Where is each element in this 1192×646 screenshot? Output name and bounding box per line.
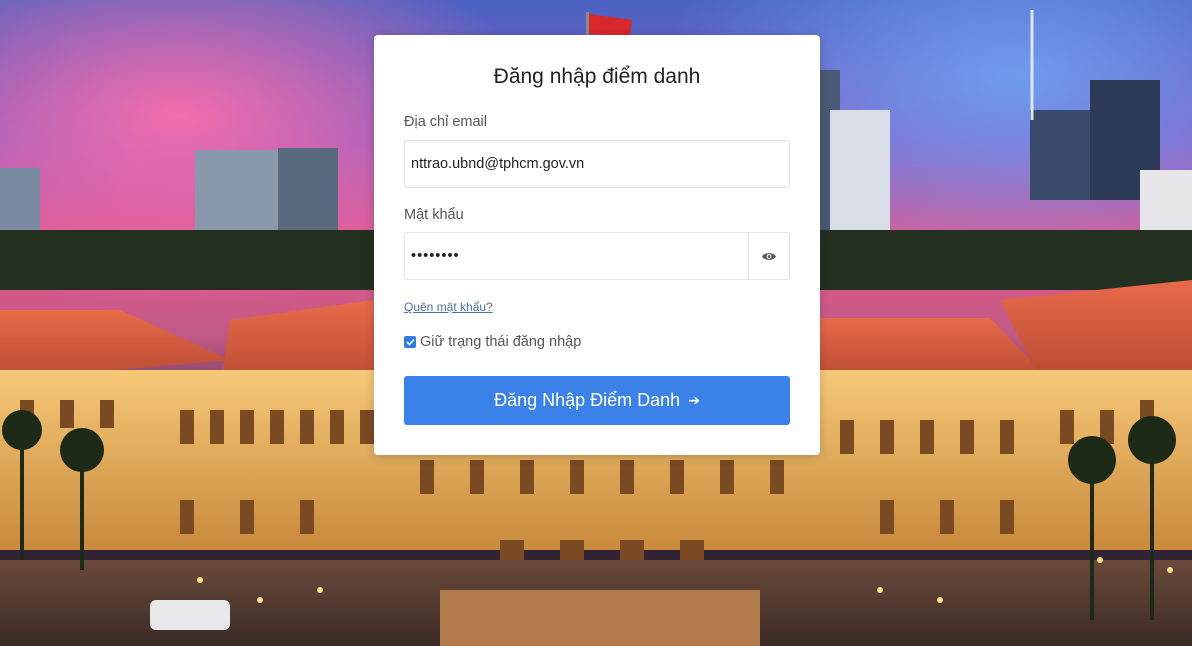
remember-me[interactable]: Giữ trạng thái đăng nhập <box>404 334 581 350</box>
forgot-password-link[interactable]: Quên mật khẩu? <box>404 300 493 314</box>
page-title: Đăng nhập điểm danh <box>493 65 701 88</box>
password-input[interactable] <box>405 233 745 279</box>
submit-label: Đăng Nhập Điểm Danh <box>494 390 681 410</box>
remember-checkbox[interactable] <box>404 336 416 348</box>
password-label: Mật khẩu <box>404 207 464 223</box>
eye-icon <box>762 252 776 260</box>
arrow-right-icon: ➔ <box>688 392 700 408</box>
email-input[interactable] <box>405 141 789 187</box>
email-label: Địa chỉ email <box>404 114 487 130</box>
toggle-password-button[interactable] <box>748 233 789 279</box>
remember-label: Giữ trạng thái đăng nhập <box>420 334 582 350</box>
check-icon <box>405 338 415 346</box>
login-card: Đăng nhập điểm danh Địa chỉ email Mật kh… <box>374 35 820 455</box>
email-field[interactable] <box>404 140 790 188</box>
password-field[interactable] <box>404 232 790 280</box>
login-submit-button[interactable]: Đăng Nhập Điểm Danh ➔ <box>404 376 790 425</box>
